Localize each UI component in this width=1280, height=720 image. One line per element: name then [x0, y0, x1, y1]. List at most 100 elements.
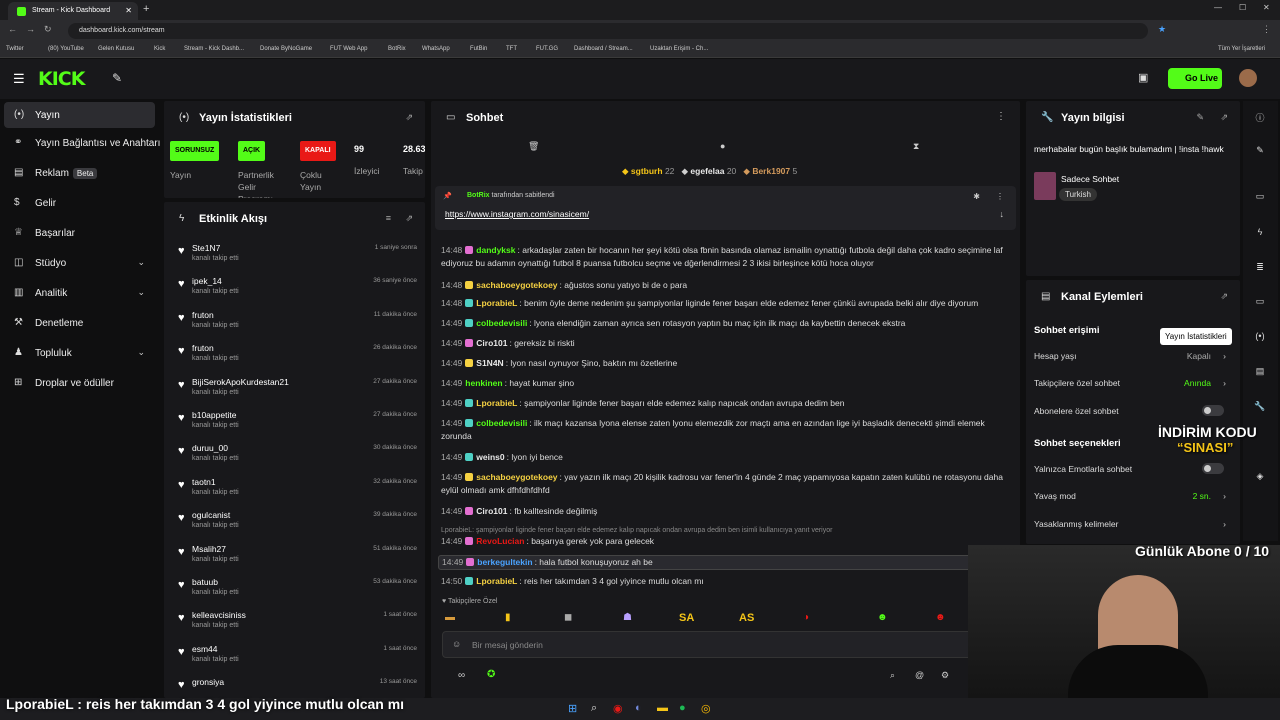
- popout-icon[interactable]: ⇗: [405, 213, 413, 224]
- windows-start-icon[interactable]: ⊞: [568, 702, 577, 715]
- list-icon[interactable]: ≣: [1246, 256, 1274, 280]
- pin-icon[interactable]: ✎: [112, 71, 122, 85]
- sidebar-item-5[interactable]: ◫ Stüdyo ⌄: [4, 250, 155, 276]
- sidebar-item-1[interactable]: ⚭ Yayın Bağlantısı ve Anahtarı: [4, 130, 160, 156]
- chat-username[interactable]: Ciro101: [476, 506, 507, 516]
- subs-only-toggle[interactable]: [1202, 405, 1224, 416]
- bookmark-donate[interactable]: Donate ByNoGame: [260, 46, 312, 52]
- chat-username[interactable]: weins0: [476, 452, 504, 462]
- chat-input[interactable]: ☺ Bir mesaj gönderin: [442, 631, 972, 658]
- account-age-row[interactable]: Hesap yaşı Kapalı ›: [1034, 351, 1229, 361]
- sidebar-item-8[interactable]: ♟ Topluluk ⌄: [4, 340, 155, 366]
- follower-name[interactable]: b10appetite: [192, 410, 236, 420]
- sidebar-item-2[interactable]: ▤ Reklam Beta: [4, 160, 155, 186]
- bookmark-tft[interactable]: TFT: [506, 46, 517, 52]
- unpin-icon[interactable]: ✱: [973, 192, 980, 201]
- chat-username[interactable]: LporabieL: [476, 398, 517, 408]
- bolt-icon[interactable]: ϟ: [1246, 221, 1274, 245]
- bookmark-fut-web-app[interactable]: FUT Web App: [330, 46, 367, 52]
- follower-name[interactable]: Ste1N7: [192, 243, 220, 253]
- mention-icon[interactable]: @: [915, 670, 924, 680]
- hourglass-icon[interactable]: ⧗: [913, 141, 919, 152]
- discord-icon[interactable]: ◐: [635, 702, 642, 714]
- chat-username[interactable]: LporabieL: [476, 298, 517, 308]
- close-icon[interactable]: ✕: [125, 6, 132, 15]
- emote-sa[interactable]: SA: [679, 612, 694, 624]
- info-icon[interactable]: ⓘ: [1246, 105, 1274, 129]
- follower-name[interactable]: fruton: [192, 310, 214, 320]
- slow-mode-row[interactable]: Yavaş mod 2 sn. ›: [1034, 491, 1229, 501]
- search-icon[interactable]: ⌕: [591, 702, 597, 715]
- follower-name[interactable]: kelleavcisiniss: [192, 610, 246, 620]
- search-icon[interactable]: ⌕: [890, 670, 895, 681]
- emote-icon[interactable]: ◑: [803, 612, 809, 623]
- wrench-icon[interactable]: 🔧: [1246, 395, 1274, 419]
- browser-menu-icon[interactable]: ⋮: [1262, 24, 1271, 35]
- emote-icon[interactable]: ▬: [445, 612, 455, 623]
- chrome-icon[interactable]: ◎: [701, 702, 711, 715]
- follower-name[interactable]: Msalih27: [192, 544, 226, 554]
- emote-icon[interactable]: ▮: [505, 612, 511, 623]
- chat-username[interactable]: dandyksk: [476, 245, 515, 255]
- follower-name[interactable]: esm44: [192, 644, 218, 654]
- menu-icon[interactable]: ☰: [13, 71, 25, 87]
- popout-icon[interactable]: ⇗: [1220, 291, 1228, 302]
- emote-icon[interactable]: ☻: [935, 612, 946, 623]
- actions-icon[interactable]: ▤: [1246, 360, 1274, 384]
- emote-icon[interactable]: ◼: [564, 612, 572, 623]
- gifter-name[interactable]: egefelaa: [690, 166, 724, 176]
- bookmark-youtube[interactable]: (80) YouTube: [48, 46, 84, 52]
- tag-icon[interactable]: ◈: [1246, 465, 1274, 489]
- sidebar-item-7[interactable]: ⚒ Denetleme: [4, 310, 155, 336]
- follower-name[interactable]: batuub: [192, 577, 218, 587]
- forward-icon[interactable]: →: [26, 24, 35, 34]
- spotify-icon[interactable]: ●: [679, 702, 686, 714]
- minimize-icon[interactable]: —: [1214, 3, 1222, 12]
- bookmark-kick[interactable]: Kick: [154, 46, 165, 52]
- maximize-icon[interactable]: ☐: [1239, 3, 1246, 12]
- banned-words-row[interactable]: Yasaklanmış kelimeler ›: [1034, 519, 1229, 529]
- chat-username[interactable]: henkinen: [465, 378, 502, 388]
- follower-name[interactable]: taotn1: [192, 477, 216, 487]
- pinned-menu-icon[interactable]: ⋮: [996, 192, 1004, 201]
- go-live-button[interactable]: Go Live: [1168, 68, 1222, 89]
- folder-icon[interactable]: ▬: [657, 702, 668, 714]
- bookmark-dashboard-stream[interactable]: Dashboard / Stream...: [574, 46, 633, 52]
- bookmark-futbin[interactable]: FutBin: [470, 46, 487, 52]
- pencil-icon[interactable]: ✎: [1246, 139, 1274, 163]
- emote-icon[interactable]: ☻: [877, 612, 888, 623]
- chat-username[interactable]: RevoLucian: [476, 536, 524, 546]
- player-icon[interactable]: ▭: [1246, 185, 1274, 209]
- follower-name[interactable]: duruu_00: [192, 443, 228, 453]
- browser-tab[interactable]: Stream - Kick Dashboard ✕: [8, 2, 138, 20]
- new-tab-icon[interactable]: +: [143, 3, 149, 15]
- speech-icon[interactable]: ●: [720, 141, 725, 151]
- avatar[interactable]: [1239, 69, 1257, 87]
- bookmark-whatsapp[interactable]: WhatsApp: [422, 46, 450, 52]
- bookmark-twitter[interactable]: Twitter: [6, 46, 24, 52]
- kick-logo[interactable]: KICK: [38, 68, 85, 90]
- gifter-name[interactable]: Berk1907: [752, 166, 790, 176]
- sidebar-item-4[interactable]: ♕ Başarılar: [4, 220, 155, 246]
- sidebar-item-6[interactable]: ▥ Analitik ⌄: [4, 280, 155, 306]
- gifter-name[interactable]: sgtburh: [631, 166, 663, 176]
- chat-username[interactable]: berkegultekin: [477, 557, 532, 567]
- emote-icon[interactable]: ☗: [623, 612, 632, 623]
- follower-name[interactable]: ogulcanist: [192, 510, 230, 520]
- category-thumbnail[interactable]: [1034, 172, 1056, 200]
- chevron-down-icon[interactable]: ⌄: [137, 347, 145, 358]
- chevron-down-icon[interactable]: ⌄: [137, 257, 145, 268]
- chat-username[interactable]: sachaboeygotekoey: [476, 472, 557, 482]
- infinity-icon[interactable]: ∞: [458, 670, 465, 681]
- chat-username[interactable]: sachaboeygotekoey: [476, 280, 557, 290]
- emotes-only-toggle[interactable]: [1202, 463, 1224, 474]
- follower-name[interactable]: BijiSerokApoKurdestan21: [192, 377, 289, 387]
- window-close-icon[interactable]: ✕: [1263, 3, 1270, 12]
- chat-username[interactable]: colbedevisili: [476, 318, 527, 328]
- bot-icon[interactable]: ✪: [487, 669, 495, 680]
- expand-icon[interactable]: ↓: [1000, 209, 1005, 219]
- bookmark-botrix[interactable]: BotRix: [388, 46, 406, 52]
- app-icon[interactable]: ◉: [613, 702, 623, 715]
- chat-menu-icon[interactable]: ⋮: [996, 111, 1006, 122]
- pinned-link[interactable]: https://www.instagram.com/sinasicem/: [445, 209, 589, 219]
